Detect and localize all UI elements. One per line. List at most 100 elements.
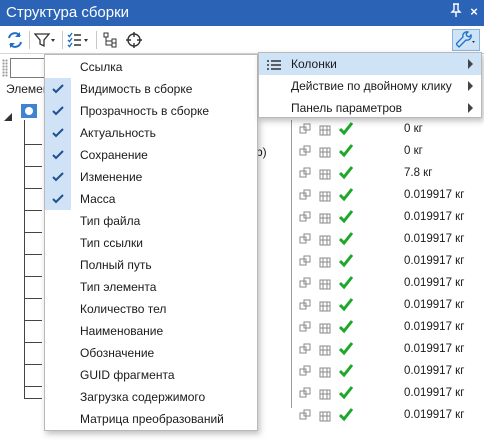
visibility-icon[interactable]	[298, 298, 312, 315]
visibility-icon[interactable]	[298, 166, 312, 183]
columns-menu: Ссылка Видимость в сборке Прозрачность в с…	[44, 54, 258, 431]
visibility-icon[interactable]	[298, 232, 312, 249]
transparency-icon[interactable]	[318, 210, 332, 227]
column-option[interactable]: Полный путь	[45, 254, 257, 276]
up-to-date-check-icon	[338, 297, 354, 316]
column-option[interactable]: Матрица преобразований	[45, 408, 257, 430]
visibility-icon[interactable]	[298, 210, 312, 227]
menu-item-parameters-panel[interactable]: Панель параметров	[259, 97, 481, 119]
table-row[interactable]: 0.019917 кг	[296, 383, 484, 405]
refresh-button[interactable]	[4, 29, 26, 51]
mass-value: 0.019917 кг	[404, 409, 465, 421]
transparency-icon[interactable]	[318, 408, 332, 425]
column-option[interactable]: Наименование	[45, 320, 257, 342]
list-view-button[interactable]	[65, 29, 91, 51]
tree-structure-button[interactable]	[100, 29, 122, 51]
target-button[interactable]	[123, 29, 145, 51]
menu-item-label: Панель параметров	[291, 101, 403, 115]
column-option-label: Ссылка	[80, 60, 123, 74]
visibility-icon[interactable]	[298, 364, 312, 381]
visibility-icon[interactable]	[298, 122, 312, 139]
up-to-date-check-icon	[338, 165, 354, 184]
table-row[interactable]: 0.019917 кг	[296, 229, 484, 251]
close-icon[interactable]: ×	[466, 3, 482, 21]
column-option[interactable]: Сохранение	[45, 144, 257, 166]
visibility-icon[interactable]	[298, 254, 312, 271]
tree-column-header[interactable]: Элемен	[6, 82, 49, 96]
mass-value: 0.019917 кг	[404, 387, 465, 399]
transparency-icon[interactable]	[318, 386, 332, 403]
column-option[interactable]: Актуальность	[45, 122, 257, 144]
table-row[interactable]: 0 кг b)	[256, 141, 484, 163]
table-row[interactable]: 0.019917 кг	[296, 361, 484, 383]
mass-value: 0.019917 кг	[404, 189, 465, 201]
column-option[interactable]: Ссылка	[45, 56, 257, 78]
assembly-icon	[18, 102, 38, 120]
column-option[interactable]: Масса	[45, 188, 257, 210]
menu-item-label: Действие по двойному клику	[291, 79, 452, 93]
table-row[interactable]: 0.019917 кг	[296, 295, 484, 317]
transparency-icon[interactable]	[318, 364, 332, 381]
visibility-icon[interactable]	[298, 386, 312, 403]
column-option-label: Актуальность	[80, 126, 156, 140]
menu-item-columns[interactable]: Колонки	[259, 53, 481, 75]
column-option[interactable]: GUID фрагмента	[45, 364, 257, 386]
mass-value: 0 кг	[404, 123, 423, 135]
menu-item-double-click-action[interactable]: Действие по двойному клику	[259, 75, 481, 97]
transparency-icon[interactable]	[318, 320, 332, 337]
settings-menu: Колонки Действие по двойному клику Панел…	[258, 52, 482, 118]
wrench-icon	[456, 31, 475, 48]
table-row[interactable]: 0.019917 кг	[296, 405, 484, 427]
mass-value: 7.8 кг	[404, 167, 433, 179]
column-option[interactable]: Тип файла	[45, 210, 257, 232]
settings-button[interactable]	[452, 29, 480, 51]
visibility-icon[interactable]	[298, 144, 312, 161]
table-row[interactable]: 0 кг	[296, 119, 484, 141]
transparency-icon[interactable]	[318, 188, 332, 205]
up-to-date-check-icon	[338, 187, 354, 206]
table-row[interactable]: 0.019917 кг	[296, 317, 484, 339]
pin-icon[interactable]	[448, 3, 464, 21]
transparency-icon[interactable]	[318, 122, 332, 139]
mass-value: 0.019917 кг	[404, 365, 465, 377]
column-option[interactable]: Обозначение	[45, 342, 257, 364]
checklist-icon	[67, 32, 88, 48]
column-option[interactable]: Изменение	[45, 166, 257, 188]
visibility-icon[interactable]	[298, 342, 312, 359]
transparency-icon[interactable]	[318, 276, 332, 293]
table-row[interactable]: 0.019917 кг	[296, 207, 484, 229]
table-row[interactable]: 0.019917 кг	[296, 339, 484, 361]
column-separator[interactable]	[291, 120, 292, 408]
transparency-icon[interactable]	[318, 166, 332, 183]
check-icon	[45, 122, 71, 144]
transparency-icon[interactable]	[318, 144, 332, 161]
drag-grip[interactable]	[2, 59, 8, 77]
table-row[interactable]: 7.8 кг	[296, 163, 484, 185]
table-row[interactable]: 0.019917 кг	[296, 185, 484, 207]
mass-value: 0.019917 кг	[404, 321, 465, 333]
column-option-label: Загрузка содержимого	[80, 390, 206, 404]
visibility-icon[interactable]	[298, 408, 312, 425]
column-option-label: GUID фрагмента	[80, 368, 175, 382]
column-option-label: Изменение	[80, 170, 143, 184]
column-option[interactable]: Видимость в сборке	[45, 78, 257, 100]
visibility-icon[interactable]	[298, 276, 312, 293]
table-row[interactable]: 0.019917 кг	[296, 273, 484, 295]
up-to-date-check-icon	[338, 341, 354, 360]
transparency-icon[interactable]	[318, 232, 332, 249]
table-row[interactable]: 0.019917 кг	[296, 251, 484, 273]
column-option[interactable]: Загрузка содержимого	[45, 386, 257, 408]
column-option[interactable]: Прозрачность в сборке	[45, 100, 257, 122]
filter-icon	[33, 33, 55, 48]
visibility-icon[interactable]	[298, 188, 312, 205]
column-option[interactable]: Тип ссылки	[45, 232, 257, 254]
transparency-icon[interactable]	[318, 254, 332, 271]
column-option[interactable]: Количество тел	[45, 298, 257, 320]
transparency-icon[interactable]	[318, 298, 332, 315]
visibility-icon[interactable]	[298, 320, 312, 337]
filter-button[interactable]	[32, 29, 58, 51]
column-option-label: Количество тел	[80, 302, 167, 316]
transparency-icon[interactable]	[318, 342, 332, 359]
column-option[interactable]: Тип элемента	[45, 276, 257, 298]
expand-toggle[interactable]	[4, 106, 12, 121]
